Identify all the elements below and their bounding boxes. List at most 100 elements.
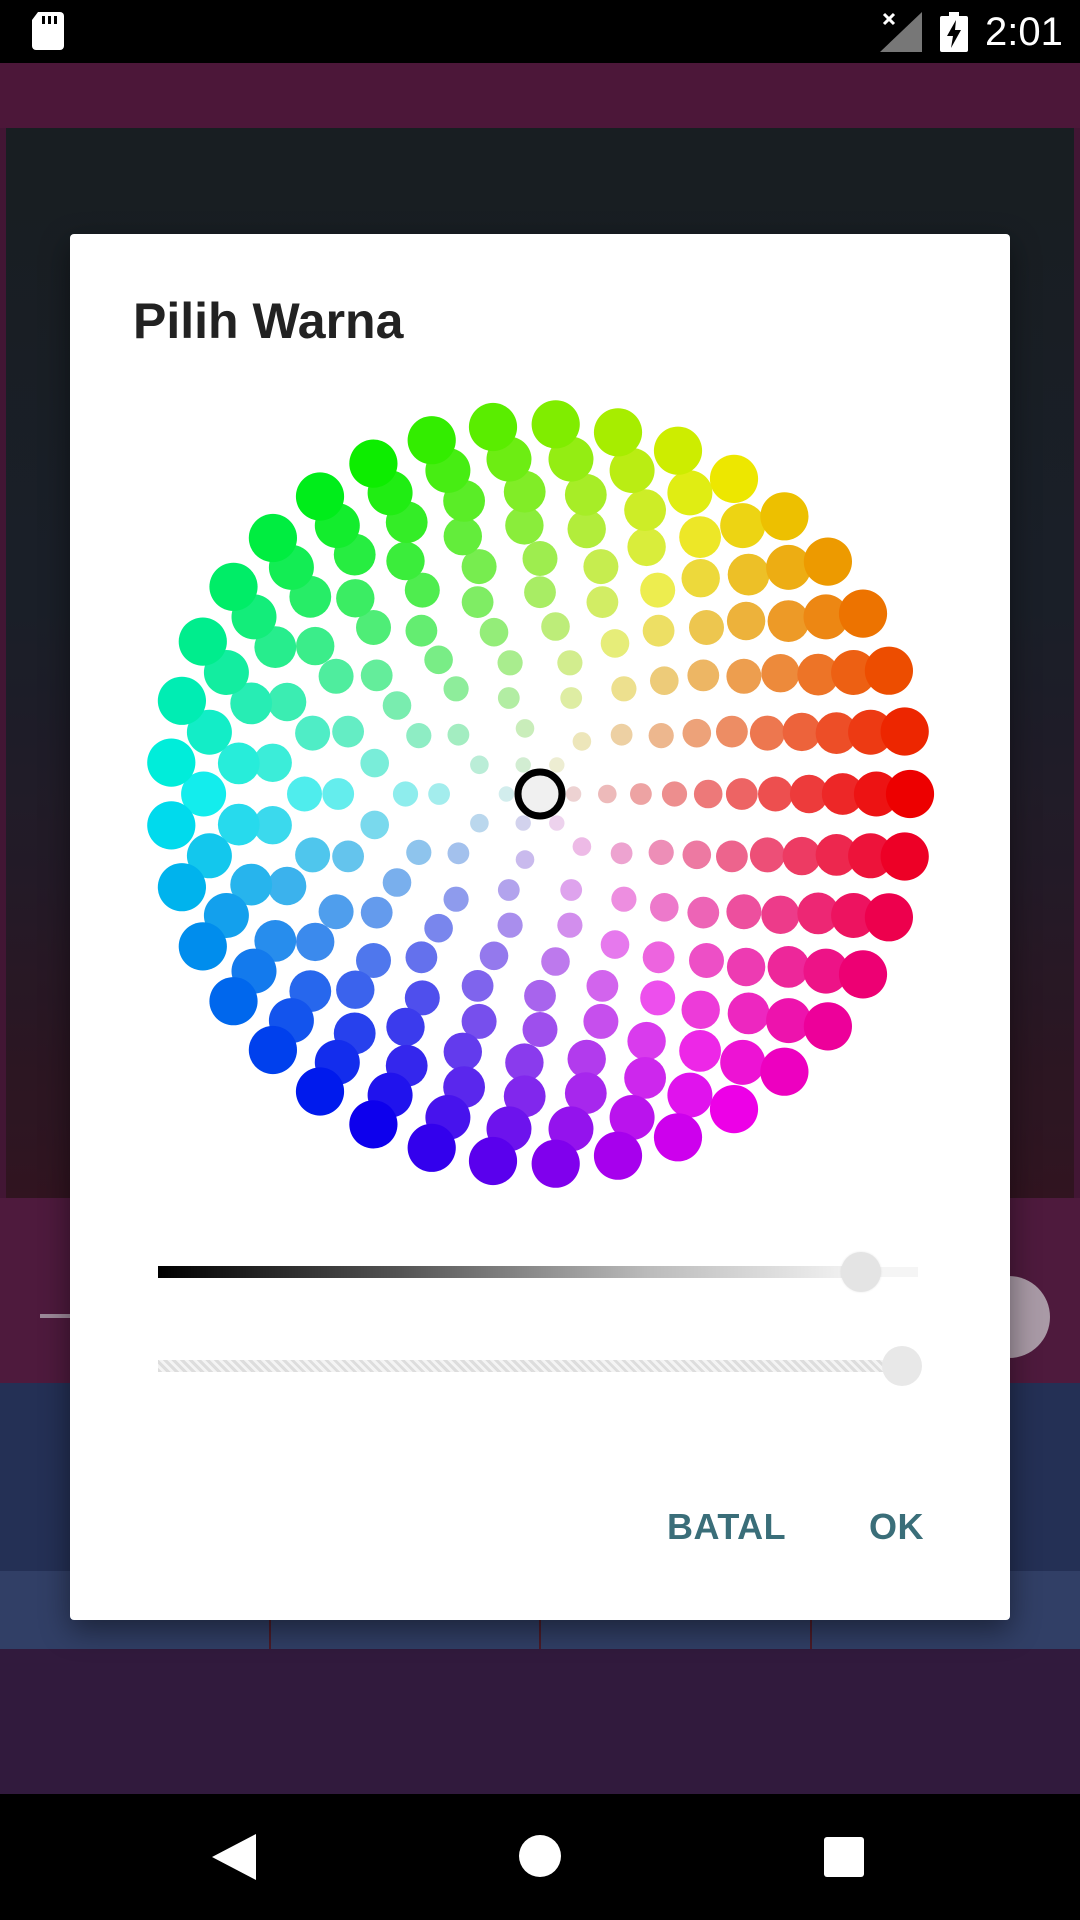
color-swatch[interactable] <box>549 815 565 831</box>
color-swatch[interactable] <box>885 769 935 819</box>
color-swatch[interactable] <box>443 1032 482 1071</box>
color-swatch[interactable] <box>360 659 393 692</box>
color-swatch[interactable] <box>650 893 679 922</box>
color-swatch[interactable] <box>760 1047 809 1096</box>
home-icon[interactable] <box>519 1835 561 1877</box>
color-swatch[interactable] <box>586 586 619 618</box>
color-swatch[interactable] <box>336 970 375 1009</box>
color-swatch[interactable] <box>689 943 724 978</box>
color-swatch[interactable] <box>687 896 720 929</box>
color-swatch[interactable] <box>653 426 703 475</box>
color-swatch[interactable] <box>667 470 713 516</box>
color-swatch[interactable] <box>360 810 390 840</box>
color-swatch[interactable] <box>349 1100 398 1149</box>
color-swatch[interactable] <box>679 1030 721 1072</box>
color-swatch[interactable] <box>681 990 720 1029</box>
color-swatch[interactable] <box>557 912 583 938</box>
color-swatch[interactable] <box>627 527 666 567</box>
color-swatch[interactable] <box>497 879 520 901</box>
color-swatch[interactable] <box>157 863 206 912</box>
color-swatch[interactable] <box>447 723 470 746</box>
color-swatch[interactable] <box>610 723 633 746</box>
color-swatch[interactable] <box>611 676 637 702</box>
color-swatch[interactable] <box>557 650 583 676</box>
color-wheel-canvas[interactable] <box>70 394 1010 1254</box>
color-swatch[interactable] <box>147 738 196 787</box>
color-swatch[interactable] <box>424 645 453 675</box>
color-swatch[interactable] <box>864 646 914 695</box>
color-swatch[interactable] <box>405 941 438 974</box>
color-swatch[interactable] <box>709 454 759 503</box>
color-swatch[interactable] <box>726 601 766 641</box>
color-swatch[interactable] <box>720 503 766 549</box>
color-swatch[interactable] <box>766 544 812 590</box>
color-swatch[interactable] <box>479 941 509 971</box>
color-swatch[interactable] <box>407 1123 456 1172</box>
lightness-track[interactable] <box>158 1266 858 1278</box>
color-swatch[interactable] <box>392 781 419 807</box>
color-swatch[interactable] <box>749 715 785 751</box>
selected-color-indicator[interactable] <box>514 768 566 820</box>
back-icon[interactable] <box>212 1834 256 1880</box>
color-swatch[interactable] <box>560 879 583 901</box>
color-swatch[interactable] <box>447 842 470 865</box>
color-swatch[interactable] <box>642 614 675 647</box>
color-swatch[interactable] <box>716 840 748 873</box>
color-swatch[interactable] <box>461 586 494 618</box>
color-swatch[interactable] <box>498 786 515 802</box>
color-swatch[interactable] <box>653 1113 703 1162</box>
color-swatch[interactable] <box>541 612 570 641</box>
color-swatch[interactable] <box>178 922 227 971</box>
color-swatch[interactable] <box>726 947 766 987</box>
color-swatch[interactable] <box>515 850 535 869</box>
color-swatch[interactable] <box>624 489 666 531</box>
color-swatch[interactable] <box>648 723 674 749</box>
color-swatch[interactable] <box>295 472 345 521</box>
color-swatch[interactable] <box>598 784 617 804</box>
color-swatch[interactable] <box>470 813 489 833</box>
color-swatch[interactable] <box>583 549 619 585</box>
color-swatch[interactable] <box>497 912 523 938</box>
color-swatch[interactable] <box>209 562 258 611</box>
color-swatch[interactable] <box>767 946 810 988</box>
color-swatch[interactable] <box>295 1067 345 1116</box>
color-swatch[interactable] <box>864 893 914 942</box>
color-swatch[interactable] <box>880 707 929 756</box>
color-swatch[interactable] <box>679 516 721 558</box>
color-swatch[interactable] <box>157 676 206 725</box>
color-swatch[interactable] <box>178 617 227 666</box>
color-swatch[interactable] <box>405 614 438 647</box>
color-swatch[interactable] <box>640 980 676 1016</box>
lightness-slider[interactable] <box>158 1252 918 1292</box>
color-swatch[interactable] <box>267 866 307 906</box>
color-swatch[interactable] <box>593 408 643 457</box>
color-swatch[interactable] <box>682 718 712 748</box>
color-swatch[interactable] <box>360 748 390 778</box>
color-swatch[interactable] <box>648 839 674 865</box>
color-swatch[interactable] <box>749 837 785 873</box>
lightness-thumb[interactable] <box>841 1252 881 1292</box>
color-swatch[interactable] <box>524 576 556 609</box>
color-swatch[interactable] <box>611 886 637 912</box>
color-swatch[interactable] <box>322 778 355 810</box>
color-swatch[interactable] <box>803 537 853 586</box>
color-swatch[interactable] <box>318 658 354 694</box>
recent-apps-icon[interactable] <box>824 1837 864 1877</box>
color-swatch[interactable] <box>682 840 712 870</box>
color-swatch[interactable] <box>586 970 619 1002</box>
color-swatch[interactable] <box>726 658 762 694</box>
color-swatch[interactable] <box>522 541 558 576</box>
color-swatch[interactable] <box>479 617 509 647</box>
color-swatch[interactable] <box>524 979 556 1012</box>
color-swatch[interactable] <box>760 492 809 541</box>
color-swatch[interactable] <box>640 572 676 608</box>
color-swatch[interactable] <box>541 947 570 976</box>
color-swatch[interactable] <box>386 541 425 581</box>
color-swatch[interactable] <box>583 1003 619 1039</box>
color-swatch[interactable] <box>725 778 758 810</box>
color-swatch[interactable] <box>468 1136 518 1186</box>
color-swatch[interactable] <box>147 801 196 850</box>
color-swatch[interactable] <box>332 715 364 748</box>
color-swatch[interactable] <box>468 402 518 452</box>
ok-button[interactable]: OK <box>869 1506 924 1548</box>
